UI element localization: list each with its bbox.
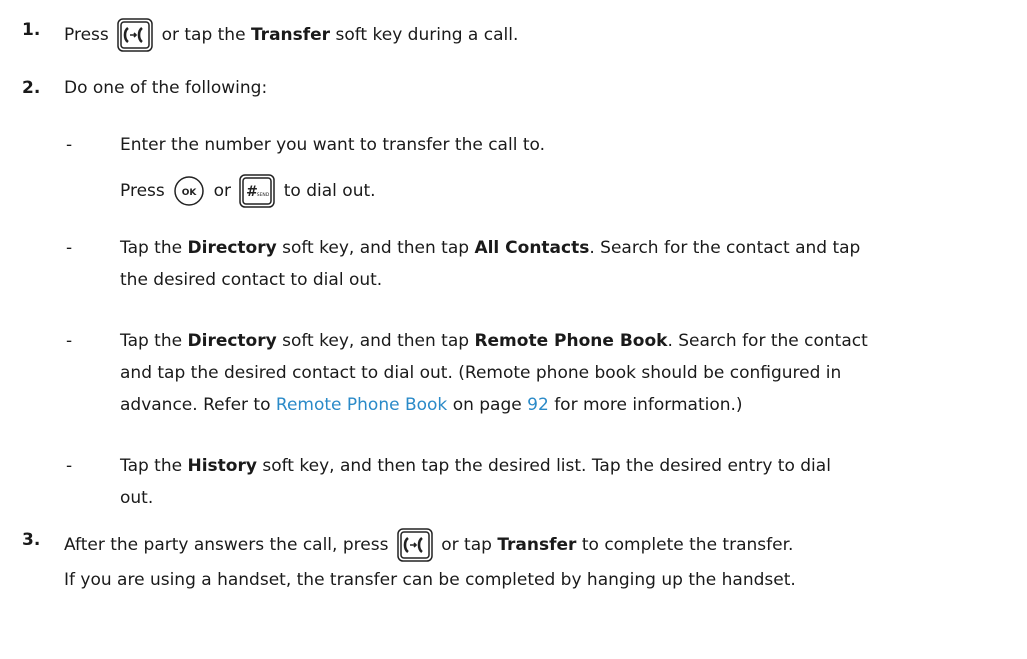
step-2-text: Do one of the following: [64,78,268,98]
option-1-or: or [213,181,231,201]
bullet-dash: - [66,331,73,351]
bullet-dash: - [66,456,73,476]
step-3-rest: to complete the transfer. [581,535,794,555]
directory-softkey-label: Directory [187,238,277,258]
step-number: 1. [22,20,41,40]
bullet-dash: - [66,238,73,258]
step-1-or-tap: or tap the [161,25,246,45]
option-2-tap: Tap the [120,238,183,258]
remote-phone-book-link[interactable]: Remote Phone Book [276,395,447,415]
option-3-line-3: advance. Refer to Remote Phone Book on p… [120,393,743,417]
option-3-on-page: on page [452,395,522,415]
history-softkey-label: History [187,456,257,476]
transfer-softkey-label: Transfer [250,25,331,45]
option-2-mid: soft key, and then tap [282,238,470,258]
remote-phone-book-label: Remote Phone Book [474,331,668,351]
step-number: 2. [22,78,41,98]
option-4-line-2: out. [120,488,154,508]
option-3-end: . Search for the contact [667,331,868,351]
step-3-or-tap: or tap [441,535,492,555]
option-2-line-1: Tap the Directory soft key, and then tap… [120,236,860,260]
option-3-advance: advance. Refer to [120,395,271,415]
bullet-dash: - [66,135,73,155]
step-3-after: After the party answers the call, press [64,535,389,555]
ok-key-label: OK [182,188,198,198]
option-1-press: Press [120,181,165,201]
step-3-line-1: After the party answers the call, press … [64,528,793,562]
option-1-dial-out: to dial out. [283,181,376,201]
option-1-line-2: Press OK or # SEND to dial out. [120,174,376,208]
option-1-line-1: Enter the number you want to transfer th… [120,135,545,155]
step-3-line-2: If you are using a handset, the transfer… [64,570,796,590]
send-key-label: SEND [257,192,270,198]
option-3-more-info: for more information.) [554,395,743,415]
option-4-rest: soft key, and then tap the desired list.… [262,456,831,476]
transfer-key-icon [117,18,153,52]
send-key-icon: # SEND [239,174,276,208]
all-contacts-label: All Contacts [474,238,590,258]
transfer-key-icon [397,528,433,562]
option-4-tap: Tap the [120,456,183,476]
option-3-line-2: and tap the desired contact to dial out.… [120,363,842,383]
option-4-line-1: Tap the History soft key, and then tap t… [120,454,831,478]
option-3-mid: soft key, and then tap [282,331,470,351]
step-1-text: Press or tap the Transfer soft key durin… [64,18,518,52]
step-1-rest: soft key during a call. [335,25,519,45]
option-3-line-1: Tap the Directory soft key, and then tap… [120,329,868,353]
step-1-press: Press [64,25,109,45]
directory-softkey-label: Directory [187,331,277,351]
ok-key-icon: OK [173,175,205,207]
option-3-tap: Tap the [120,331,183,351]
step-number: 3. [22,530,41,550]
page-92-link[interactable]: 92 [527,395,549,415]
option-2-end: . Search for the contact and tap [589,238,861,258]
option-2-line-2: the desired contact to dial out. [120,270,383,290]
transfer-softkey-label: Transfer [497,535,577,555]
